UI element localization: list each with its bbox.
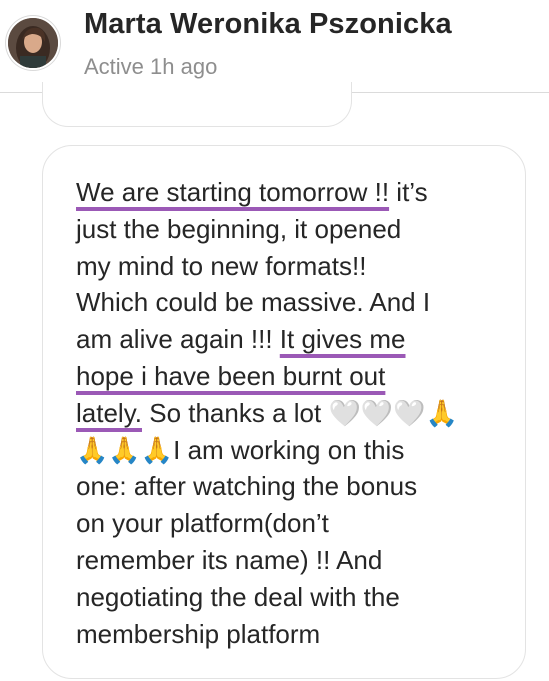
highlighted-text: hope i have been burnt out [76, 360, 386, 391]
message-line: lately. So thanks a lot 🤍🤍🤍🙏 [76, 395, 516, 432]
white-heart-emoji-icon: 🤍🤍🤍 [328, 398, 426, 429]
message-line: hope i have been burnt out [76, 358, 516, 395]
folded-hands-emoji-icon: 🙏🙏🙏 [76, 435, 174, 466]
active-status: Active 1h ago [84, 54, 218, 79]
highlighted-text: It gives me [279, 324, 406, 355]
message-line: Which could be massive. And I [76, 287, 431, 318]
folded-hands-emoji-icon: 🙏 [425, 398, 458, 429]
message-text-segment: it’s [389, 177, 428, 207]
message-line: negotiating the deal with the [76, 581, 400, 612]
message-line: 🙏🙏🙏I am working on this [76, 432, 516, 469]
message-line: my mind to new formats!! [76, 250, 367, 281]
highlighted-text: lately. [76, 397, 142, 428]
contact-name[interactable]: Marta Weronika Pszonicka [84, 8, 452, 41]
avatar-photo-icon [8, 18, 58, 68]
previous-message-bubble [42, 82, 352, 127]
message-line: We are starting tomorrow !! it’s [76, 174, 516, 211]
message-line: one: after watching the bonus [76, 471, 418, 502]
message-line: on your platform(don’t [76, 508, 329, 539]
message-text-segment: am alive again !!! [76, 324, 280, 355]
message-text-segment: I am working on this [173, 434, 405, 465]
message-line: remember its name) !! And [76, 544, 383, 575]
avatar[interactable] [8, 18, 58, 68]
message-line: membership platform [76, 618, 321, 649]
message-line: am alive again !!! It gives me [76, 321, 516, 358]
dm-thread: Marta Weronika Pszonicka Active 1h ago W… [0, 0, 549, 681]
chat-header: Marta Weronika Pszonicka Active 1h ago [0, 0, 549, 93]
message-text: We are starting tomorrow !! it’s just th… [76, 174, 516, 652]
highlighted-text: We are starting tomorrow !! [76, 177, 390, 207]
message-text-segment: So thanks a lot [142, 397, 329, 428]
message-line: just the beginning, it opened [76, 213, 402, 244]
